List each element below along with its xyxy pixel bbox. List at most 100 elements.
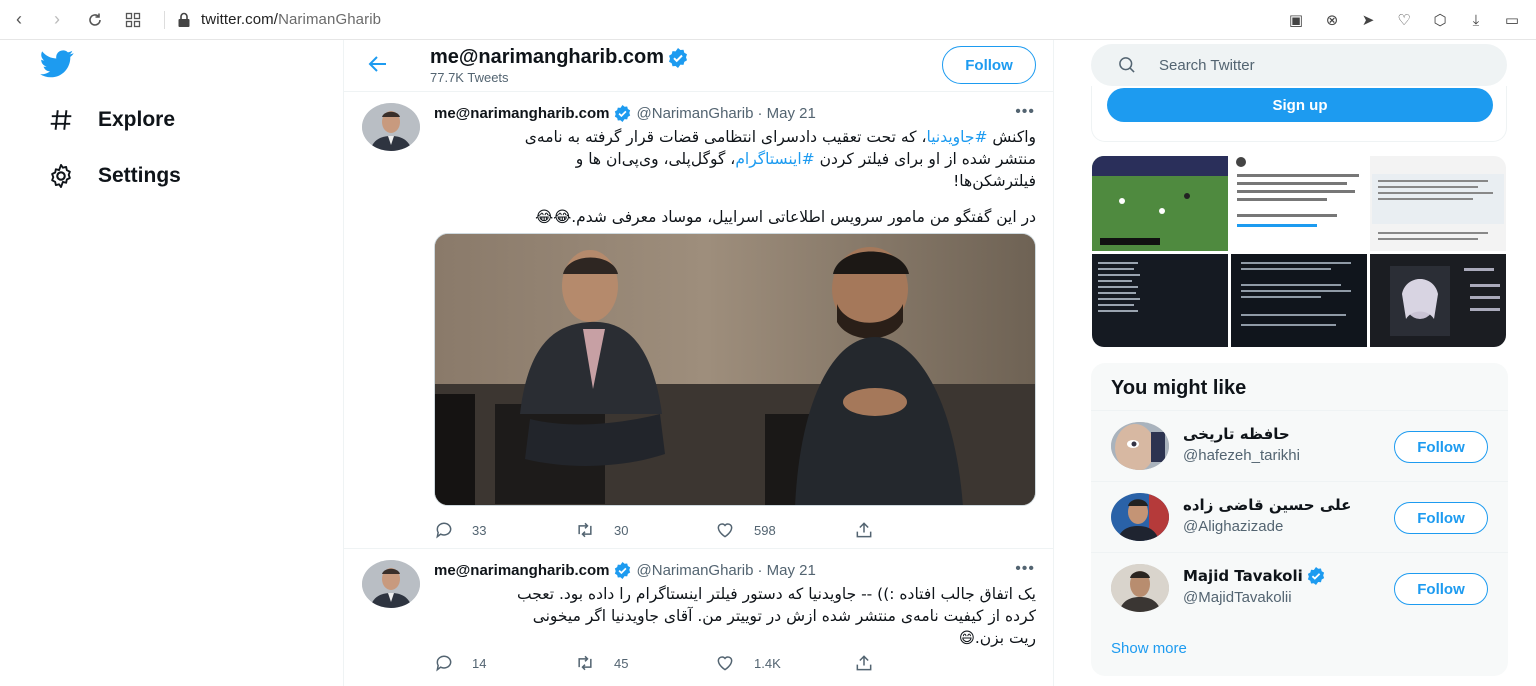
- who-to-follow-title: You might like: [1111, 377, 1247, 399]
- tweet-date[interactable]: · May 21: [757, 105, 815, 122]
- suggested-account[interactable]: حافظه تاریخی @hafezeh_tarikhi Follow: [1091, 410, 1508, 481]
- avatar[interactable]: [362, 560, 420, 608]
- tweet-item[interactable]: me@narimangharib.com @NarimanGharib · Ma…: [344, 93, 1053, 549]
- url-host: twitter.com/: [201, 11, 279, 28]
- forward-arrow-icon[interactable]: ›: [38, 0, 76, 40]
- media-thumbnail[interactable]: [1370, 254, 1506, 347]
- media-thumbnail[interactable]: [1092, 156, 1228, 251]
- back-arrow-icon[interactable]: ‹: [0, 0, 38, 40]
- tweet-date[interactable]: · May 21: [757, 562, 815, 579]
- download-icon[interactable]: ⤓: [1458, 12, 1494, 29]
- reply-icon: [436, 655, 452, 672]
- lock-icon[interactable]: [177, 12, 191, 28]
- search-box[interactable]: Search Twitter: [1091, 44, 1507, 86]
- suggested-account[interactable]: علی حسین قاضی زاده @Alighazizade Follow: [1091, 481, 1508, 552]
- hashtag-link[interactable]: #جاویدنیا: [927, 128, 988, 146]
- retweet-icon: [578, 655, 592, 671]
- profile-name-text: me@narimangharib.com: [430, 46, 665, 68]
- author-name[interactable]: me@narimangharib.com: [434, 562, 610, 579]
- back-arrow-icon[interactable]: [366, 52, 394, 80]
- nav-item-explore[interactable]: Explore: [46, 100, 175, 140]
- retweet-count: 45: [614, 655, 629, 671]
- media-thumbnail[interactable]: [1370, 156, 1506, 251]
- verified-badge-icon: [614, 105, 631, 122]
- search-input[interactable]: Search Twitter: [1159, 57, 1255, 74]
- follow-button[interactable]: Follow: [1394, 502, 1488, 534]
- share-icon: [856, 655, 872, 671]
- media-thumbnail[interactable]: [1231, 254, 1367, 347]
- tweet-text: واکنش #جاویدنیا، که تحت تعقیب دادسرای ان…: [434, 126, 1036, 228]
- avatar[interactable]: [1111, 493, 1169, 541]
- author-name[interactable]: me@narimangharib.com: [434, 105, 610, 122]
- tweet-text-line: ریت بزن.😄: [958, 629, 1036, 647]
- tweet-count: 77.7K Tweets: [430, 70, 509, 85]
- tweet-actions: 14 45 1.4K: [434, 651, 994, 675]
- tweet-text-line: منتشر شده از او برای فیلتر کردن #اینستاگ…: [434, 148, 1036, 170]
- toolbar-divider: [164, 10, 165, 29]
- heart-icon[interactable]: ♡: [1386, 11, 1422, 29]
- browser-toolbar: ‹ › twitter.com/NarimanGharib ▣ ⊗ ➤ ♡ ⬡ …: [0, 0, 1536, 40]
- show-more-link[interactable]: Show more: [1111, 640, 1187, 657]
- more-options-icon[interactable]: •••: [1015, 560, 1035, 578]
- media-thumbnail[interactable]: [1092, 254, 1228, 347]
- text-segment: منتشر شده از او برای فیلتر کردن: [814, 150, 1036, 168]
- avatar[interactable]: [1111, 564, 1169, 612]
- search-icon: [1119, 57, 1135, 73]
- suggested-account-name: Majid Tavakoli: [1183, 567, 1325, 585]
- cube-icon[interactable]: ⬡: [1422, 11, 1458, 29]
- signup-button[interactable]: Sign up: [1107, 88, 1493, 122]
- address-bar[interactable]: twitter.com/NarimanGharib: [201, 11, 381, 28]
- more-options-icon[interactable]: •••: [1015, 103, 1035, 121]
- like-count: 598: [754, 522, 776, 538]
- hashtag-link[interactable]: #اینستاگرام: [735, 150, 814, 168]
- nav-item-settings[interactable]: Settings: [46, 156, 181, 196]
- text-segment: واکنش: [987, 128, 1036, 146]
- tweet-text-line: در این گفتگو من مامور سرویس اطلاعاتی اسر…: [535, 208, 1036, 226]
- reload-icon[interactable]: [76, 0, 114, 40]
- share-icon: [856, 522, 872, 538]
- retweet-button[interactable]: 45: [574, 651, 714, 675]
- avatar[interactable]: [1111, 422, 1169, 470]
- share-button[interactable]: [854, 651, 994, 675]
- follow-button[interactable]: Follow: [1394, 573, 1488, 605]
- media-thumbnail[interactable]: [1231, 156, 1367, 251]
- nav-label: Explore: [98, 108, 176, 131]
- hash-icon: [46, 105, 76, 135]
- avatar[interactable]: [362, 103, 420, 151]
- text-segment: ، که تحت تعقیب دادسرای انتظامی قضات قرار…: [524, 128, 927, 146]
- gear-icon: [46, 161, 76, 191]
- retweet-button[interactable]: 30: [574, 518, 714, 542]
- media-grid: [1092, 156, 1506, 347]
- browser-tools: ▣ ⊗ ➤ ♡ ⬡ ⤓ ▭: [1278, 0, 1530, 40]
- tweet-author-row: me@narimangharib.com @NarimanGharib · Ma…: [434, 105, 816, 122]
- speed-dial-icon[interactable]: [114, 0, 152, 40]
- like-icon: [717, 523, 733, 538]
- tweet-text-line: واکنش #جاویدنیا، که تحت تعقیب دادسرای ان…: [434, 126, 1036, 148]
- reply-button[interactable]: 33: [434, 518, 574, 542]
- suggested-account-name: علی حسین قاضی زاده: [1183, 496, 1352, 514]
- block-icon[interactable]: ⊗: [1314, 11, 1350, 29]
- share-button[interactable]: [854, 518, 994, 542]
- suggested-account-handle: @hafezeh_tarikhi: [1183, 447, 1300, 464]
- author-handle[interactable]: @NarimanGharib: [637, 562, 754, 579]
- retweet-count: 30: [614, 522, 629, 538]
- signup-card: Sign up: [1091, 86, 1507, 142]
- tweet-actions: 33 30 598: [434, 518, 994, 542]
- url-path: NarimanGharib: [278, 11, 382, 28]
- author-handle[interactable]: @NarimanGharib: [637, 105, 754, 122]
- suggested-account-handle: @Alighazizade: [1183, 518, 1284, 535]
- suggested-account[interactable]: Majid Tavakoli @MajidTavakolii Follow: [1091, 552, 1508, 623]
- verified-badge-icon: [1307, 567, 1325, 585]
- camera-icon[interactable]: ▣: [1278, 11, 1314, 29]
- follow-button[interactable]: Follow: [942, 46, 1036, 84]
- battery-icon[interactable]: ▭: [1494, 11, 1530, 29]
- reply-icon: [436, 522, 452, 539]
- tweet-video[interactable]: [434, 233, 1036, 506]
- follow-button[interactable]: Follow: [1394, 431, 1488, 463]
- reply-button[interactable]: 14: [434, 651, 574, 675]
- like-button[interactable]: 1.4K: [714, 651, 854, 675]
- twitter-bird-icon[interactable]: [40, 50, 76, 80]
- like-button[interactable]: 598: [714, 518, 854, 542]
- send-icon[interactable]: ➤: [1350, 11, 1386, 29]
- tweet-item[interactable]: me@narimangharib.com @NarimanGharib · Ma…: [344, 550, 1053, 686]
